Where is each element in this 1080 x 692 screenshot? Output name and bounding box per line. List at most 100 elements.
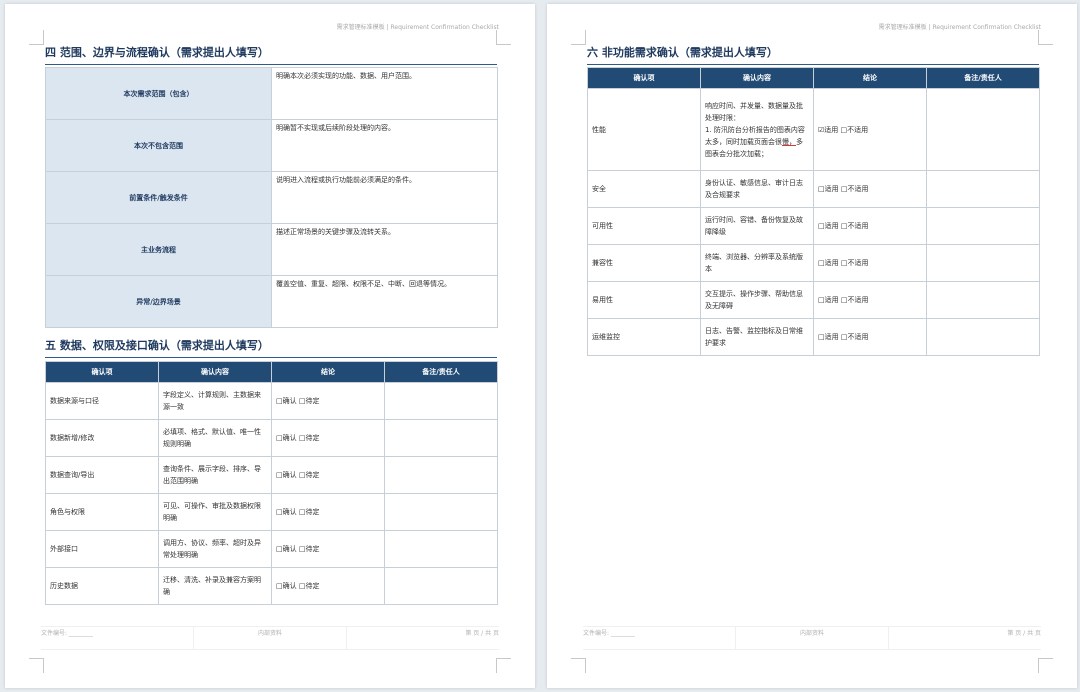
column-header: 确认项 <box>587 67 701 89</box>
table-row: 可用性 运行时间、容错、备份恢复及故障降级 □适用 □不适用 <box>587 207 1040 245</box>
row-label: 本次需求范围（包含） <box>45 67 272 120</box>
conclusion-cell[interactable]: □确认 □待定 <box>271 419 385 457</box>
table-row: 历史数据 迁移、清洗、补录及兼容方案明确 □确认 □待定 <box>45 567 498 605</box>
item-cell: 数据查询/导出 <box>45 456 159 494</box>
crop-mark <box>571 658 586 673</box>
item-cell: 角色与权限 <box>45 493 159 531</box>
section-6-title: 六 非功能需求确认（需求提出人填写） <box>587 44 1039 65</box>
table-row: 兼容性 终端、浏览器、分辨率及系统版本 □适用 □不适用 <box>587 244 1040 282</box>
conclusion-cell[interactable]: □确认 □待定 <box>271 493 385 531</box>
item-cell: 数据来源与口径 <box>45 382 159 420</box>
data-permission-table: 确认项 确认内容 结论 备注/责任人 数据来源与口径 字段定义、计算规则、主数据… <box>45 361 498 605</box>
remark-cell[interactable] <box>926 88 1040 171</box>
non-functional-table: 确认项 确认内容 结论 备注/责任人 性能 响应时间、并发量、数据量及批处理时限… <box>587 67 1040 356</box>
table-header-row: 确认项 确认内容 结论 备注/责任人 <box>587 67 1040 89</box>
content-cell: 迁移、清洗、补录及兼容方案明确 <box>158 567 272 605</box>
row-description[interactable]: 描述正常场景的关键步骤及流转关系。 <box>271 223 498 276</box>
content-cell: 身份认证、敏感信息、审计日志及合规要求 <box>700 170 814 208</box>
content-cell: 运行时间、容错、备份恢复及故障降级 <box>700 207 814 245</box>
column-header: 确认项 <box>45 361 159 383</box>
item-cell: 易用性 <box>587 281 701 319</box>
crop-mark <box>571 30 586 45</box>
conclusion-cell[interactable]: □适用 □不适用 <box>813 318 927 356</box>
conclusion-cell[interactable]: □确认 □待定 <box>271 382 385 420</box>
table-row: 主业务流程 描述正常场景的关键步骤及流转关系。 <box>45 223 498 276</box>
page-header: 需求管理标准模板 | Requirement Confirmation Chec… <box>878 24 1041 31</box>
table-row: 数据新增/修改 必填项、格式、默认值、唯一性规则明确 □确认 □待定 <box>45 419 498 457</box>
table-header-row: 确认项 确认内容 结论 备注/责任人 <box>45 361 498 383</box>
crop-mark <box>29 658 44 673</box>
column-header: 备注/责任人 <box>926 67 1040 89</box>
page-footer: 文件编号: ________ 内部资料 第 页 / 共 页 <box>583 626 1041 650</box>
remark-cell[interactable] <box>926 170 1040 208</box>
row-label: 异常/边界场景 <box>45 275 272 328</box>
remark-cell[interactable] <box>926 207 1040 245</box>
column-header: 结论 <box>271 361 385 383</box>
page-footer: 文件编号: ________ 内部资料 第 页 / 共 页 <box>41 626 499 650</box>
footer-internal-label: 内部资料 <box>735 627 889 649</box>
row-description[interactable]: 明确本次必须实现的功能、数据、用户范围。 <box>271 67 498 120</box>
remark-cell[interactable] <box>384 419 498 457</box>
remark-cell[interactable] <box>926 318 1040 356</box>
content-cell[interactable]: 响应时间、并发量、数据量及批处理时限： 1. 防汛防台分析报告的图表内容太多，同时… <box>700 88 814 171</box>
footer-page-number: 第 页 / 共 页 <box>1007 630 1041 637</box>
item-cell: 可用性 <box>587 207 701 245</box>
conclusion-cell[interactable]: □确认 □待定 <box>271 530 385 568</box>
footer-doc-number: 文件编号: ________ <box>41 630 93 637</box>
column-header: 备注/责任人 <box>384 361 498 383</box>
remark-cell[interactable] <box>384 530 498 568</box>
content-cell: 交互提示、操作步骤、帮助信息及无障碍 <box>700 281 814 319</box>
conclusion-cell[interactable]: □适用 □不适用 <box>813 281 927 319</box>
row-label: 前置条件/触发条件 <box>45 171 272 224</box>
table-row: 安全 身份认证、敏感信息、审计日志及合规要求 □适用 □不适用 <box>587 170 1040 208</box>
row-description[interactable]: 明确暂不实现或后续阶段处理的内容。 <box>271 119 498 172</box>
conclusion-cell[interactable]: □确认 □待定 <box>271 567 385 605</box>
conclusion-cell[interactable]: □适用 □不适用 <box>813 170 927 208</box>
content-text: 响应时间、并发量、数据量及批处理时限： <box>705 101 803 122</box>
row-description[interactable]: 说明进入流程或执行功能前必须满足的条件。 <box>271 171 498 224</box>
conclusion-cell[interactable]: ☑适用 □不适用 <box>813 88 927 171</box>
remark-cell[interactable] <box>926 281 1040 319</box>
document-page-left: 需求管理标准模板 | Requirement Confirmation Chec… <box>5 4 535 688</box>
footer-doc-number: 文件编号: ________ <box>583 630 635 637</box>
table-row: 角色与权限 可见、可操作、审批及数据权限明确 □确认 □待定 <box>45 493 498 531</box>
item-cell: 数据新增/修改 <box>45 419 159 457</box>
crop-mark <box>29 30 44 45</box>
column-header: 结论 <box>813 67 927 89</box>
table-row: 运维监控 日志、告警、监控指标及日常维护要求 □适用 □不适用 <box>587 318 1040 356</box>
conclusion-cell[interactable]: □确认 □待定 <box>271 456 385 494</box>
remark-cell[interactable] <box>384 493 498 531</box>
table-row: 外部接口 调用方、协议、频率、超时及异常处理明确 □确认 □待定 <box>45 530 498 568</box>
conclusion-cell[interactable]: □适用 □不适用 <box>813 207 927 245</box>
item-cell: 性能 <box>587 88 701 171</box>
item-cell: 运维监控 <box>587 318 701 356</box>
content-cell: 查询条件、展示字段、排序、导出范围明确 <box>158 456 272 494</box>
table-row: 异常/边界场景 覆盖空值、重复、超限、权限不足、中断、回退等情况。 <box>45 275 498 328</box>
content-cell: 终端、浏览器、分辨率及系统版本 <box>700 244 814 282</box>
remark-cell[interactable] <box>384 567 498 605</box>
column-header: 确认内容 <box>700 67 814 89</box>
remark-cell[interactable] <box>926 244 1040 282</box>
crop-mark <box>1038 658 1053 673</box>
item-cell: 兼容性 <box>587 244 701 282</box>
table-row: 本次不包含范围 明确暂不实现或后续阶段处理的内容。 <box>45 119 498 172</box>
content-cell: 必填项、格式、默认值、唯一性规则明确 <box>158 419 272 457</box>
content-cell: 日志、告警、监控指标及日常维护要求 <box>700 318 814 356</box>
page-header: 需求管理标准模板 | Requirement Confirmation Chec… <box>336 24 499 31</box>
remark-cell[interactable] <box>384 456 498 494</box>
crop-mark <box>1038 30 1053 45</box>
section-5-title: 五 数据、权限及接口确认（需求提出人填写） <box>45 337 497 358</box>
item-cell: 安全 <box>587 170 701 208</box>
conclusion-cell[interactable]: □适用 □不适用 <box>813 244 927 282</box>
crop-mark <box>496 658 511 673</box>
item-cell: 外部接口 <box>45 530 159 568</box>
section-4-title: 四 范围、边界与流程确认（需求提出人填写） <box>45 44 497 65</box>
remark-cell[interactable] <box>384 382 498 420</box>
scope-table: 本次需求范围（包含） 明确本次必须实现的功能、数据、用户范围。 本次不包含范围 … <box>45 67 498 328</box>
footer-internal-label: 内部资料 <box>193 627 347 649</box>
row-description[interactable]: 覆盖空值、重复、超限、权限不足、中断、回退等情况。 <box>271 275 498 328</box>
document-page-right: 需求管理标准模板 | Requirement Confirmation Chec… <box>547 4 1077 688</box>
row-label: 主业务流程 <box>45 223 272 276</box>
footer-page-number: 第 页 / 共 页 <box>465 630 499 637</box>
column-header: 确认内容 <box>158 361 272 383</box>
